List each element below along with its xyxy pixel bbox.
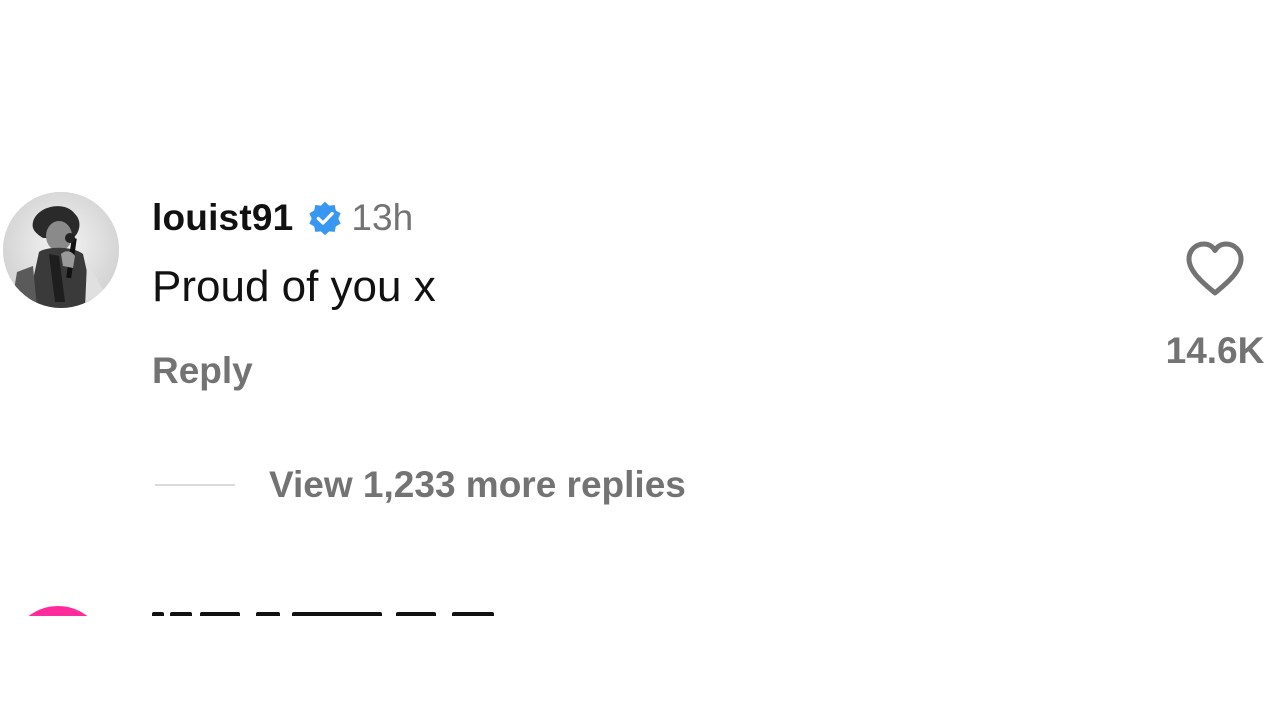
verified-badge-icon bbox=[307, 200, 343, 236]
like-group: 14.6K bbox=[1150, 240, 1280, 372]
next-avatar[interactable] bbox=[10, 606, 106, 616]
avatar[interactable] bbox=[3, 192, 119, 308]
comment-text: Proud of you x bbox=[152, 262, 436, 311]
reply-button[interactable]: Reply bbox=[152, 350, 253, 392]
view-replies-button[interactable]: View 1,233 more replies bbox=[155, 462, 686, 508]
next-comment-header bbox=[152, 604, 512, 616]
timestamp: 13h bbox=[351, 197, 414, 238]
replies-divider bbox=[155, 484, 235, 486]
comment-header: louist91 13h bbox=[152, 196, 413, 240]
avatar-photo bbox=[3, 192, 119, 308]
view-replies-label: View 1,233 more replies bbox=[269, 464, 686, 505]
username-link[interactable]: louist91 bbox=[152, 197, 293, 239]
like-count: 14.6K bbox=[1165, 330, 1265, 371]
heart-outline-icon[interactable] bbox=[1184, 240, 1246, 298]
next-comment-item bbox=[0, 598, 1280, 616]
